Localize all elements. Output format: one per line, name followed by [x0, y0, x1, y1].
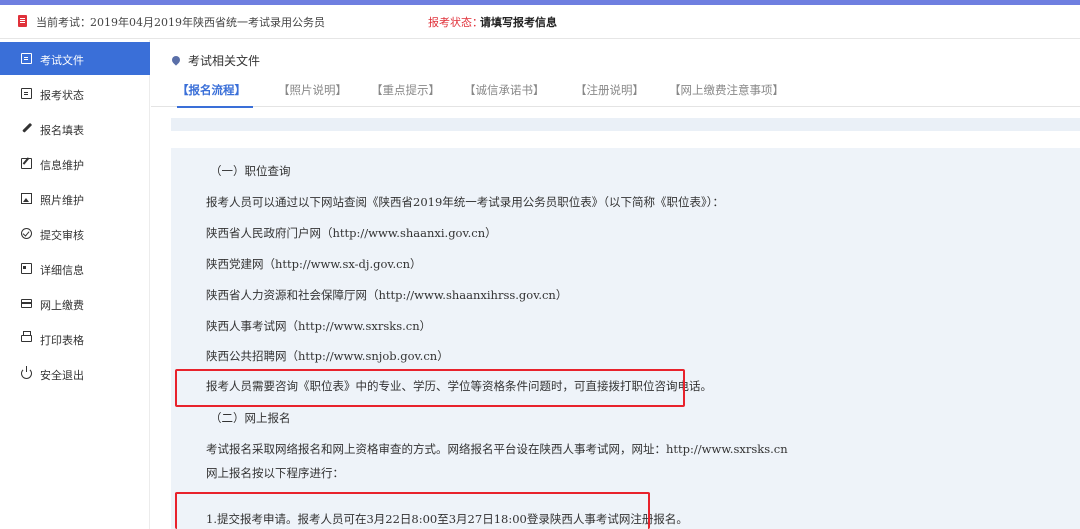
sidebar-item-label: 考试文件 [40, 54, 84, 67]
sidebar-item-label: 报考状态 [40, 89, 84, 102]
file-icon [21, 88, 32, 99]
check-circle-icon [21, 228, 32, 239]
sidebar-item-fill-form[interactable]: 报名填表 [0, 112, 150, 145]
sidebar-item-label: 信息维护 [40, 159, 84, 172]
sidebar-item-online-payment[interactable]: 网上缴费 [0, 287, 150, 320]
exam-info-bar: 当前考试： 2019年04月2019年陕西省统一考试录用公务员 报考状态： 请填… [0, 5, 1080, 39]
section2-title: （二）网上报名 [210, 411, 291, 425]
site-link-sx-dj: 陕西党建网（http://www.sx-dj.gov.cn） [206, 257, 422, 271]
sidebar-item-exam-files[interactable]: 考试文件 [0, 42, 150, 75]
sidebar-item-label: 详细信息 [40, 264, 84, 277]
application-status-value: 请填写报考信息 [480, 16, 557, 29]
tab-registration-process[interactable]: 【报名流程】 [177, 82, 246, 98]
site-link-sxrsks: 陕西人事考试网（http://www.sxrsks.cn） [206, 319, 432, 333]
site-link-hrss: 陕西省人力资源和社会保障厅网（http://www.shaanxihrss.go… [206, 288, 568, 302]
sidebar-item-label: 提交审核 [40, 229, 84, 242]
sidebar-item-print-form[interactable]: 打印表格 [0, 322, 150, 355]
sidebar-item-submit-review[interactable]: 提交审核 [0, 217, 150, 250]
sidebar-item-label: 安全退出 [40, 369, 84, 382]
sidebar-item-details[interactable]: 详细信息 [0, 252, 150, 285]
sidebar-nav: 考试文件 报考状态 报名填表 信息维护 照片维护 提交审核 详细信息 网上缴费 … [0, 40, 150, 529]
sidebar-item-label: 网上缴费 [40, 299, 84, 312]
pencil-icon [19, 121, 35, 137]
document-tabs: 【报名流程】 【照片说明】 【重点提示】 【诚信承诺书】 【注册说明】 【网上缴… [151, 77, 1080, 107]
sidebar-item-label: 照片维护 [40, 194, 84, 207]
power-icon [21, 366, 32, 379]
file-icon [21, 53, 32, 64]
tab-key-tips[interactable]: 【重点提示】 [371, 82, 440, 98]
photo-icon [21, 193, 32, 204]
active-tab-indicator [177, 106, 253, 108]
tab-registration-notes[interactable]: 【注册说明】 [575, 82, 644, 98]
breadcrumb: 考试相关文件 [170, 52, 261, 69]
credit-card-icon [21, 299, 32, 308]
site-link-snjob: 陕西公共招聘网（http://www.snjob.gov.cn） [206, 349, 449, 363]
breadcrumb-label: 考试相关文件 [188, 54, 261, 68]
edit-icon [21, 158, 32, 169]
highlight-box-step1 [175, 492, 650, 529]
sidebar-item-photo-maintenance[interactable]: 照片维护 [0, 182, 150, 215]
location-pin-icon [170, 54, 182, 66]
tab-integrity-pledge[interactable]: 【诚信承诺书】 [464, 82, 545, 98]
current-exam-name: 2019年04月2019年陕西省统一考试录用公务员 [90, 16, 325, 29]
section2-steps-intro: 网上报名按以下程序进行： [206, 466, 344, 480]
sidebar-item-logout[interactable]: 安全退出 [0, 357, 150, 390]
section1-title: （一）职位查询 [210, 164, 291, 178]
main-content: 考试相关文件 【报名流程】 【照片说明】 【重点提示】 【诚信承诺书】 【注册说… [151, 40, 1080, 529]
current-exam-label: 当前考试： [36, 16, 91, 29]
sidebar-item-info-maintenance[interactable]: 信息维护 [0, 147, 150, 180]
site-link-shaanxi-gov: 陕西省人民政府门户网（http://www.shaanxi.gov.cn） [206, 226, 497, 240]
sidebar-item-application-status[interactable]: 报考状态 [0, 77, 150, 110]
sidebar-item-label: 报名填表 [40, 124, 84, 137]
section2-intro: 考试报名采取网络报名和网上资格审查的方式。网络报名平台设在陕西人事考试网，网址：… [206, 442, 788, 456]
tab-photo-instructions[interactable]: 【照片说明】 [278, 82, 347, 98]
highlight-box-consult-note [175, 369, 685, 407]
document-content-panel: （一）职位查询 报考人员可以通过以下网站查阅《陕西省2019年统一考试录用公务员… [171, 148, 1080, 529]
printer-icon [21, 331, 32, 342]
application-status-label: 报考状态： [428, 16, 483, 29]
section1-intro: 报考人员可以通过以下网站查阅《陕西省2019年统一考试录用公务员职位表》（以下简… [206, 195, 725, 209]
tab-payment-notes[interactable]: 【网上缴费注意事项】 [669, 82, 784, 98]
document-icon [18, 15, 27, 27]
content-header-strip [171, 118, 1080, 131]
id-card-icon [21, 263, 32, 274]
sidebar-item-label: 打印表格 [40, 334, 84, 347]
